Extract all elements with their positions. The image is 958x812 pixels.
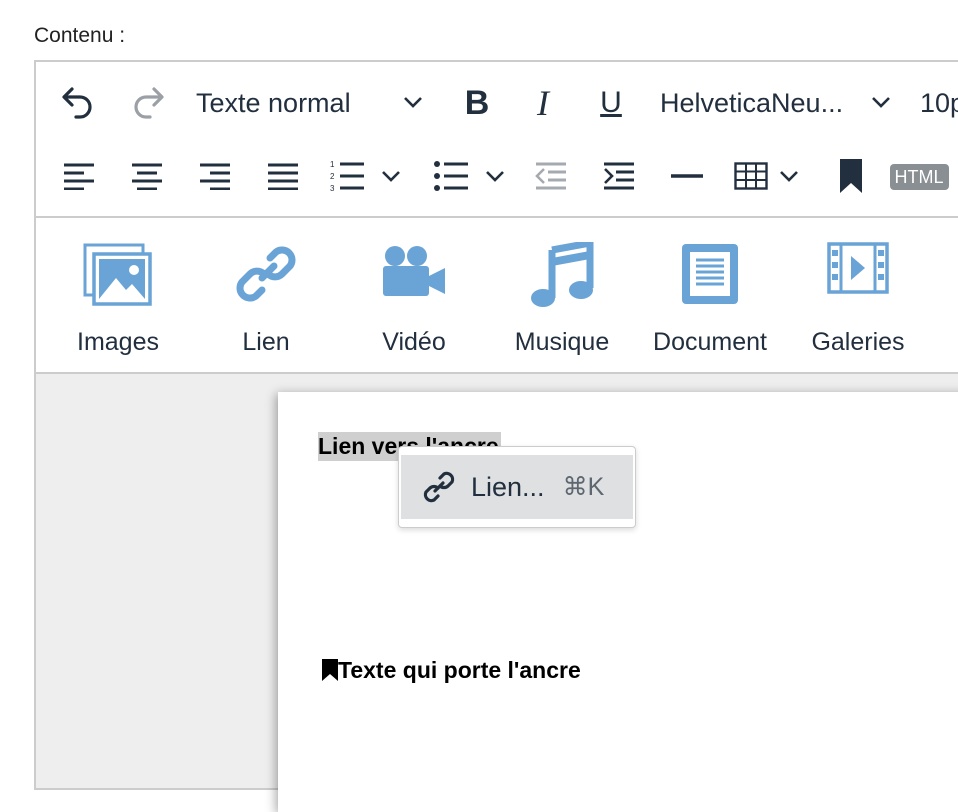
font-size-dropdown[interactable]: 10p: [920, 82, 958, 124]
anchored-text-line[interactable]: Texte qui porte l'ancre: [322, 656, 581, 684]
align-right-button[interactable]: [194, 158, 236, 194]
chevron-down-icon: [382, 171, 400, 182]
outdent-icon: [535, 162, 566, 190]
document-icon: [682, 244, 738, 304]
images-icon: [83, 243, 152, 306]
media-link-button[interactable]: Lien: [196, 218, 336, 372]
media-link-label: Lien: [242, 328, 290, 356]
align-right-icon: [200, 163, 230, 190]
media-music-label: Musique: [514, 328, 610, 356]
context-menu-link-item[interactable]: Lien... ⌘K: [401, 455, 633, 519]
align-left-button[interactable]: [58, 158, 100, 194]
align-left-icon: [64, 163, 94, 190]
bullet-list-button[interactable]: [432, 156, 518, 196]
underline-icon: U: [600, 86, 622, 119]
link-icon: [423, 471, 455, 503]
link-icon: [236, 246, 296, 302]
font-family-dropdown[interactable]: HelveticaNeu...: [660, 82, 900, 124]
media-insert-bar: Images Lien Vidéo Musique Document Galer…: [36, 218, 958, 374]
bookmark-icon: [322, 659, 338, 681]
align-justify-icon: [268, 163, 298, 190]
chevron-down-icon: [780, 171, 798, 182]
media-galleries-button[interactable]: Galeries: [788, 218, 928, 372]
media-images-label: Images: [77, 328, 159, 356]
anchor-bookmark-button[interactable]: [830, 156, 872, 196]
media-document-button[interactable]: Document: [640, 218, 780, 372]
svg-text:2: 2: [330, 172, 335, 181]
content-field-label: Contenu :: [34, 24, 126, 47]
media-document-label: Document: [653, 328, 767, 356]
media-galleries-label: Galeries: [811, 328, 905, 356]
music-note-icon: [531, 242, 594, 307]
numbered-list-icon: 1 2 3: [330, 160, 364, 193]
redo-icon: [134, 87, 164, 119]
bold-button[interactable]: B: [456, 82, 498, 124]
rich-text-editor: Texte normal B I U HelveticaNeu... 10p 1…: [34, 60, 958, 812]
underline-button[interactable]: U: [590, 82, 632, 124]
block-format-value: Texte normal: [196, 87, 351, 118]
table-button[interactable]: [734, 156, 806, 196]
table-icon: [734, 162, 768, 190]
chevron-down-icon: [872, 97, 890, 108]
italic-button[interactable]: I: [522, 82, 564, 124]
undo-icon: [62, 87, 92, 119]
bullet-list-icon: [434, 161, 468, 191]
context-menu-shortcut: ⌘K: [562, 473, 605, 501]
media-video-label: Vidéo: [382, 328, 446, 356]
source-code-button[interactable]: HTML: [888, 164, 950, 190]
numbered-list-button[interactable]: 1 2 3: [328, 156, 414, 196]
video-camera-icon: [383, 246, 445, 296]
bookmark-icon: [840, 159, 862, 193]
svg-text:3: 3: [330, 184, 335, 193]
film-strip-icon: [827, 242, 889, 294]
chevron-down-icon: [404, 97, 422, 108]
outdent-button[interactable]: [530, 158, 572, 194]
context-menu: Lien... ⌘K: [398, 446, 636, 528]
align-justify-button[interactable]: [262, 158, 304, 194]
anchored-text: Texte qui porte l'ancre: [338, 657, 581, 683]
context-menu-link-label: Lien...: [471, 471, 545, 502]
block-format-dropdown[interactable]: Texte normal: [196, 82, 436, 124]
media-music-button[interactable]: Musique: [492, 218, 632, 372]
editor-toolbar: Texte normal B I U HelveticaNeu... 10p 1…: [36, 62, 958, 218]
chevron-down-icon: [486, 171, 504, 182]
align-center-icon: [132, 163, 162, 190]
media-video-button[interactable]: Vidéo: [344, 218, 484, 372]
horizontal-rule-button[interactable]: [666, 158, 708, 194]
html-badge: HTML: [889, 164, 949, 190]
font-size-value: 10p: [920, 87, 958, 118]
font-family-value: HelveticaNeu...: [660, 87, 844, 118]
bold-icon: B: [464, 83, 490, 122]
media-images-button[interactable]: Images: [48, 218, 188, 372]
undo-button[interactable]: [56, 82, 100, 122]
indent-icon: [604, 162, 634, 190]
svg-text:1: 1: [330, 160, 335, 169]
align-center-button[interactable]: [126, 158, 168, 194]
horizontal-rule-icon: [671, 174, 703, 178]
indent-button[interactable]: [598, 158, 640, 194]
redo-button[interactable]: [126, 82, 170, 122]
italic-icon: I: [537, 83, 549, 123]
